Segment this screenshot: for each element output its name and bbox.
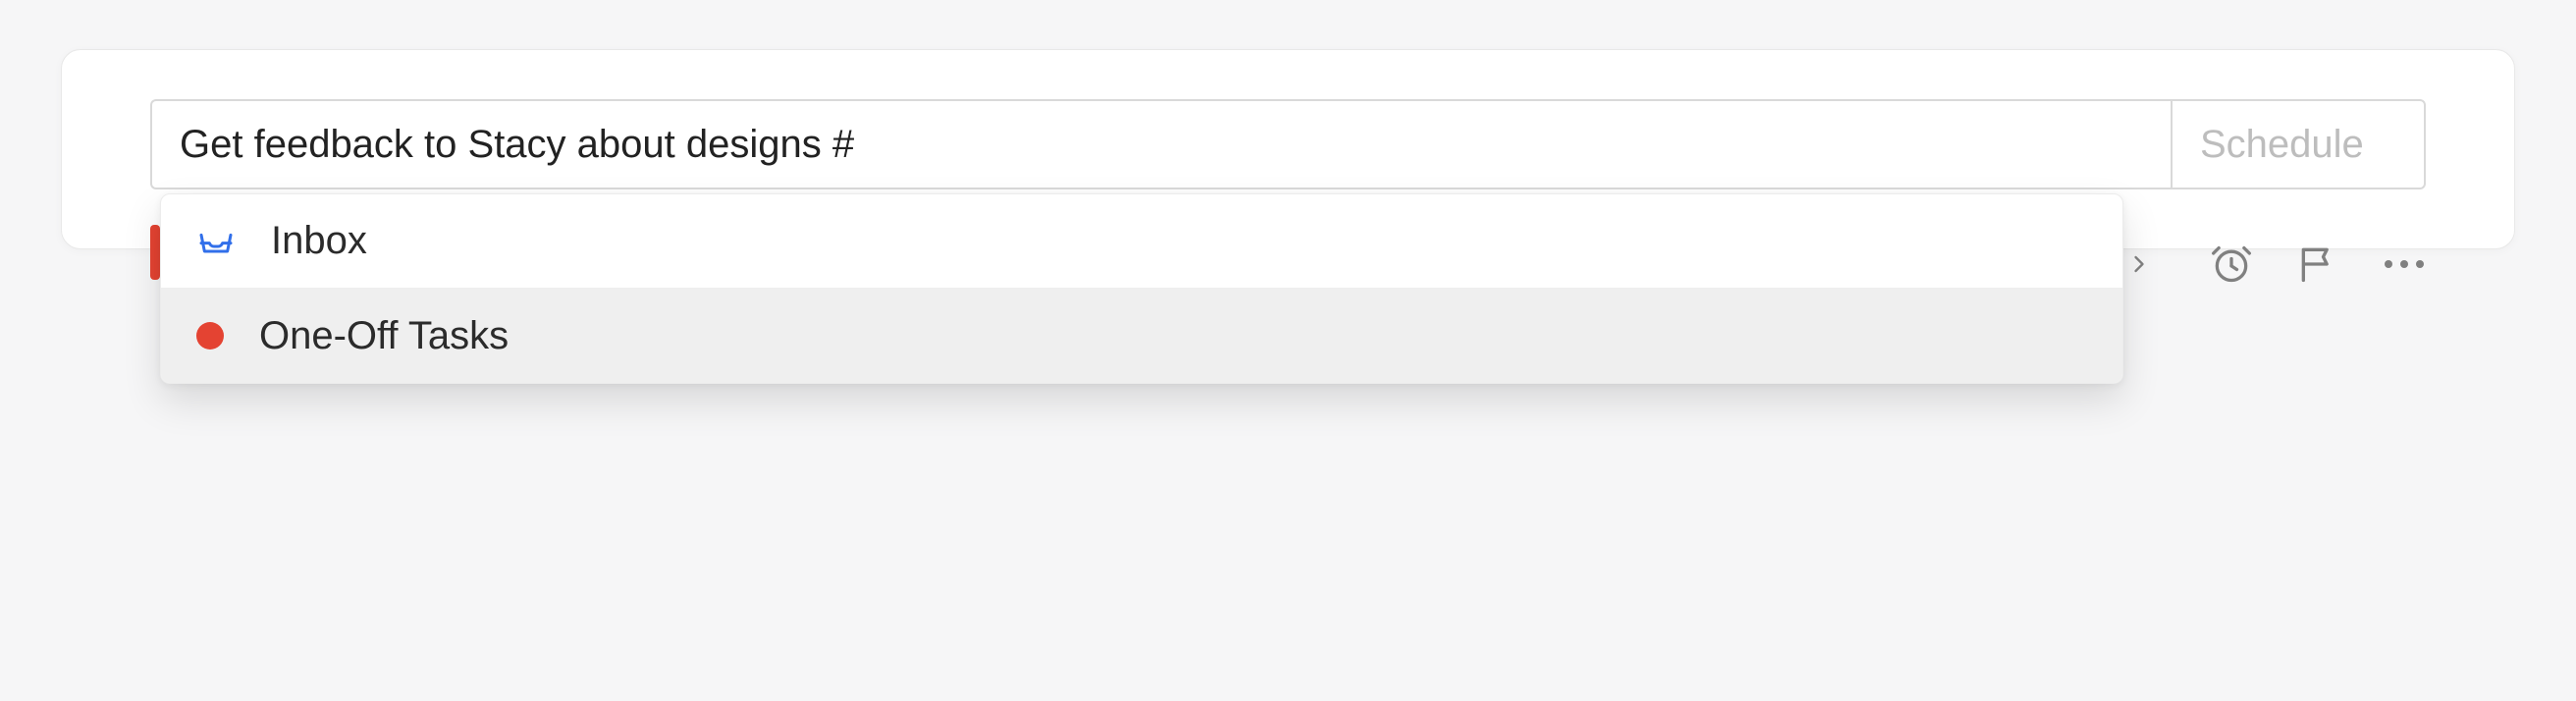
task-name-input[interactable] (150, 99, 2171, 189)
dropdown-item-inbox[interactable]: Inbox (161, 194, 2122, 289)
dropdown-item-one-off-tasks[interactable]: One-Off Tasks (161, 289, 2122, 383)
flag-icon[interactable] (2296, 243, 2339, 286)
input-row: Schedule (150, 99, 2426, 189)
schedule-button[interactable]: Schedule (2171, 99, 2426, 189)
project-color-dot-icon (196, 322, 224, 350)
task-compose-card: Schedule (61, 49, 2515, 249)
project-autocomplete-dropdown: Inbox One-Off Tasks (160, 193, 2123, 384)
dropdown-item-label: One-Off Tasks (259, 314, 509, 358)
project-color-accent (150, 225, 160, 280)
task-actions-row (2118, 243, 2426, 286)
dropdown-item-label: Inbox (271, 219, 367, 263)
chevron-right-icon[interactable] (2118, 243, 2161, 286)
inbox-icon (196, 222, 236, 261)
reminder-icon[interactable] (2210, 243, 2253, 286)
ellipsis-icon (2385, 260, 2424, 268)
more-options-button[interactable] (2383, 243, 2426, 286)
